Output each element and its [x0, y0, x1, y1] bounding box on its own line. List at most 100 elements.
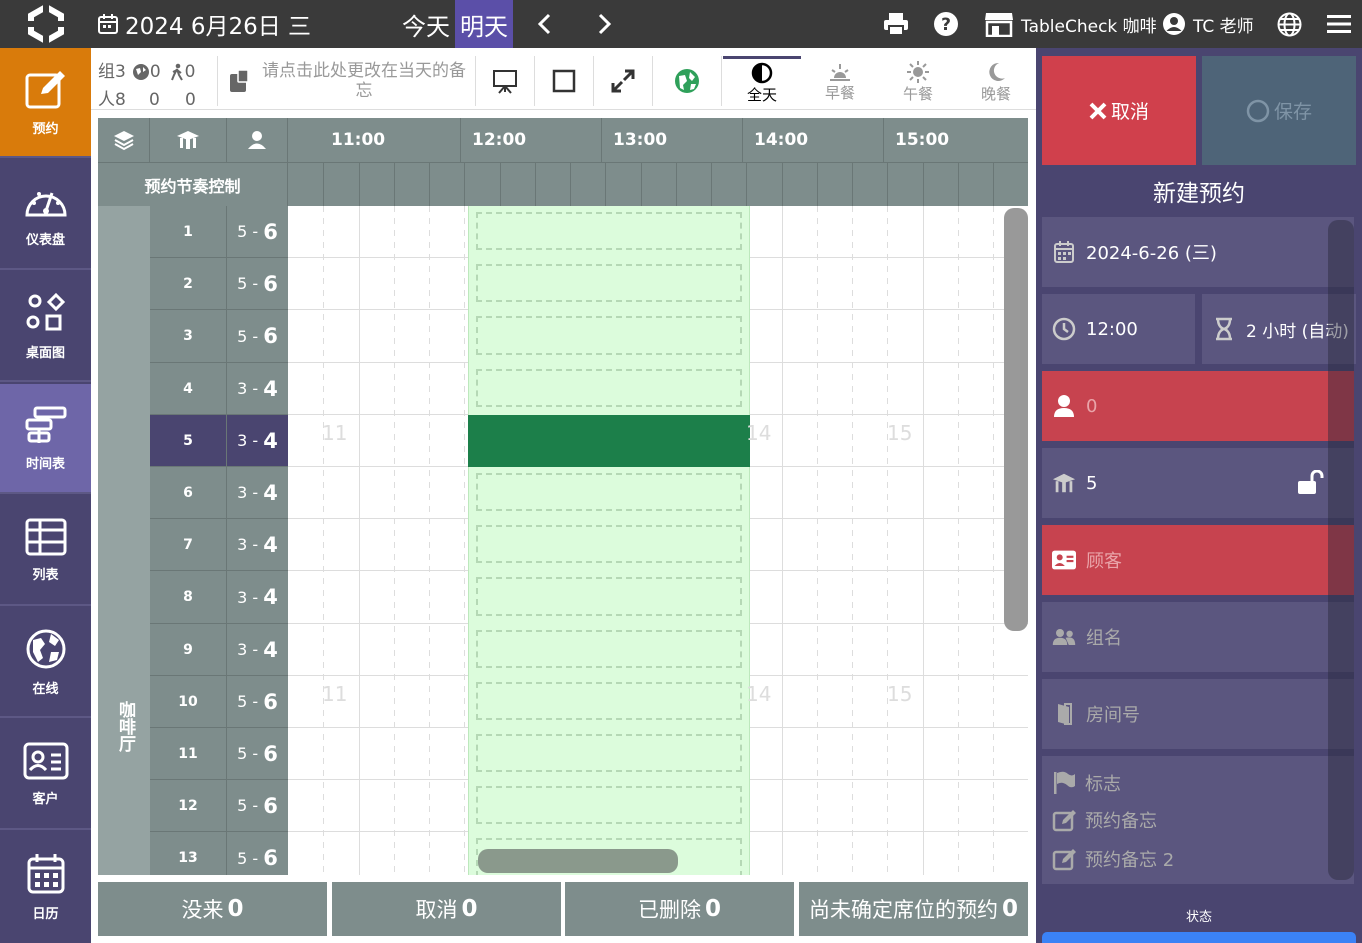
cancelled-button[interactable]: 取消 0 [332, 882, 561, 936]
status-bar[interactable] [1042, 932, 1356, 943]
memo2-label: 预约备忘 2 [1085, 850, 1175, 871]
available-slot[interactable] [468, 467, 750, 519]
tag-field[interactable]: 标志 [1052, 770, 1121, 796]
table-row-name[interactable]: 3 [150, 310, 227, 363]
nav-item-calendar[interactable]: 日历 [0, 832, 91, 942]
date-picker[interactable]: 2024 6月26日 三 [97, 0, 311, 48]
nav-item-floorplan[interactable]: 桌面图 [0, 272, 91, 382]
available-slot[interactable] [468, 728, 750, 780]
pacing-row[interactable] [288, 162, 1028, 207]
today-button[interactable]: 今天 [397, 0, 455, 48]
capacity-min: 5 [237, 274, 248, 293]
print-button[interactable] [883, 0, 909, 48]
presentation-button[interactable] [475, 56, 534, 106]
table-row-name[interactable]: 2 [150, 258, 227, 310]
calendar-icon [97, 13, 119, 35]
restaurant-selector[interactable]: TableCheck 咖啡 [984, 0, 1157, 48]
capacity-separator: - [247, 744, 264, 763]
party-size-value: 0 [1086, 395, 1098, 417]
table-row-name[interactable]: 7 [150, 519, 227, 571]
menu-button[interactable] [1327, 0, 1351, 48]
available-slot[interactable] [468, 363, 750, 415]
group-name-placeholder: 组名 [1086, 628, 1122, 649]
available-slot[interactable] [468, 571, 750, 624]
save-button[interactable]: 保存 [1202, 56, 1356, 165]
close-icon [1089, 102, 1107, 119]
table-field[interactable]: 5 [1042, 448, 1354, 518]
user-menu[interactable]: TC 老师 [1162, 0, 1254, 48]
expand-button[interactable] [593, 56, 652, 106]
nav-item-dashboard[interactable]: 仪表盘 [0, 160, 91, 270]
horizontal-scrollbar[interactable] [478, 849, 678, 873]
nav-item-list[interactable]: 列表 [0, 496, 91, 606]
available-slot[interactable] [468, 780, 750, 832]
online-toggle-button[interactable] [652, 56, 722, 106]
table-row-name[interactable]: 12 [150, 780, 227, 832]
date-field[interactable]: 2024-6-26 (三) [1042, 217, 1354, 287]
table-row-name[interactable]: 10 [150, 676, 227, 728]
table-row-name[interactable]: 6 [150, 467, 227, 519]
available-slot[interactable] [468, 206, 750, 258]
cancel-button[interactable]: 取消 [1042, 56, 1196, 165]
help-button[interactable]: ? [933, 0, 959, 48]
meal-label: 晚餐 [980, 84, 1011, 103]
memo-field[interactable]: 预约备忘 [1052, 807, 1157, 833]
meal-tab-dinner[interactable]: 晚餐 [957, 56, 1035, 108]
language-button[interactable] [1277, 0, 1302, 48]
area-label[interactable]: 咖啡厅 [98, 206, 150, 875]
unlock-icon[interactable] [1296, 470, 1324, 496]
time-gridline [429, 206, 430, 875]
app-logo[interactable] [24, 0, 68, 48]
party-size-field[interactable]: 0 [1042, 371, 1354, 441]
tomorrow-button[interactable]: 明天 [455, 0, 513, 48]
unassigned-button[interactable]: 尚未确定席位的预约 0 [799, 882, 1028, 936]
nav-label: 列表 [32, 567, 59, 583]
available-slot[interactable] [468, 258, 750, 310]
vertical-scrollbar[interactable] [1004, 208, 1028, 631]
nav-item-timeline[interactable]: 时间表 [0, 384, 91, 494]
day-memo[interactable]: 请点击此处更改在当天的备忘 [217, 56, 475, 106]
deleted-button[interactable]: 已删除 0 [565, 882, 794, 936]
table-row-name[interactable]: 5 [150, 415, 227, 467]
meal-tab-all-day[interactable]: 全天 [723, 56, 801, 108]
capacity-sort-button[interactable] [227, 118, 288, 162]
capacity-min: 5 [237, 692, 248, 711]
hour-label: 14:00 [754, 130, 809, 150]
layers-button[interactable] [98, 118, 150, 162]
prev-day-button[interactable] [533, 0, 557, 48]
new-booking-block[interactable] [468, 415, 750, 467]
table-row-name[interactable]: 1 [150, 206, 227, 258]
walkin-icon [170, 63, 183, 81]
select-mode-button[interactable] [534, 56, 593, 106]
table-row-name[interactable]: 13 [150, 832, 227, 875]
meal-tab-breakfast[interactable]: 早餐 [801, 56, 879, 108]
table-row-name[interactable]: 9 [150, 624, 227, 676]
nav-item-online[interactable]: 在线 [0, 608, 91, 718]
table-row-capacity: 5 - 6 [227, 728, 288, 780]
available-slot[interactable] [468, 310, 750, 363]
panel-scrollbar[interactable] [1328, 220, 1354, 880]
table-row-name[interactable]: 11 [150, 728, 227, 780]
available-slot[interactable] [468, 624, 750, 676]
table-sort-button[interactable] [150, 118, 227, 162]
table-row-name[interactable]: 4 [150, 363, 227, 415]
no-show-button[interactable]: 没来 0 [98, 882, 327, 936]
nav-item-customers[interactable]: 客户 [0, 720, 91, 830]
pacing-divider [500, 163, 501, 207]
memo2-field[interactable]: 预约备忘 2 [1052, 846, 1174, 872]
time-field[interactable]: 12:00 [1042, 294, 1195, 364]
meal-tab-lunch[interactable]: 午餐 [879, 56, 957, 108]
table-icon [177, 131, 199, 149]
available-slot[interactable] [468, 519, 750, 571]
door-icon [1052, 702, 1076, 726]
room-number-field[interactable]: 房间号 [1042, 679, 1354, 749]
nav-label: 日历 [32, 906, 59, 922]
capacity-min: 3 [237, 640, 248, 659]
nav-item-reservation[interactable]: 预约 [0, 48, 91, 158]
footer-label: 尚未确定席位的预约 [808, 898, 998, 922]
available-slot[interactable] [468, 676, 750, 728]
next-day-button[interactable] [592, 0, 616, 48]
table-row-name[interactable]: 8 [150, 571, 227, 624]
customer-field[interactable]: 顾客 [1042, 525, 1354, 595]
group-name-field[interactable]: 组名 [1042, 602, 1354, 672]
